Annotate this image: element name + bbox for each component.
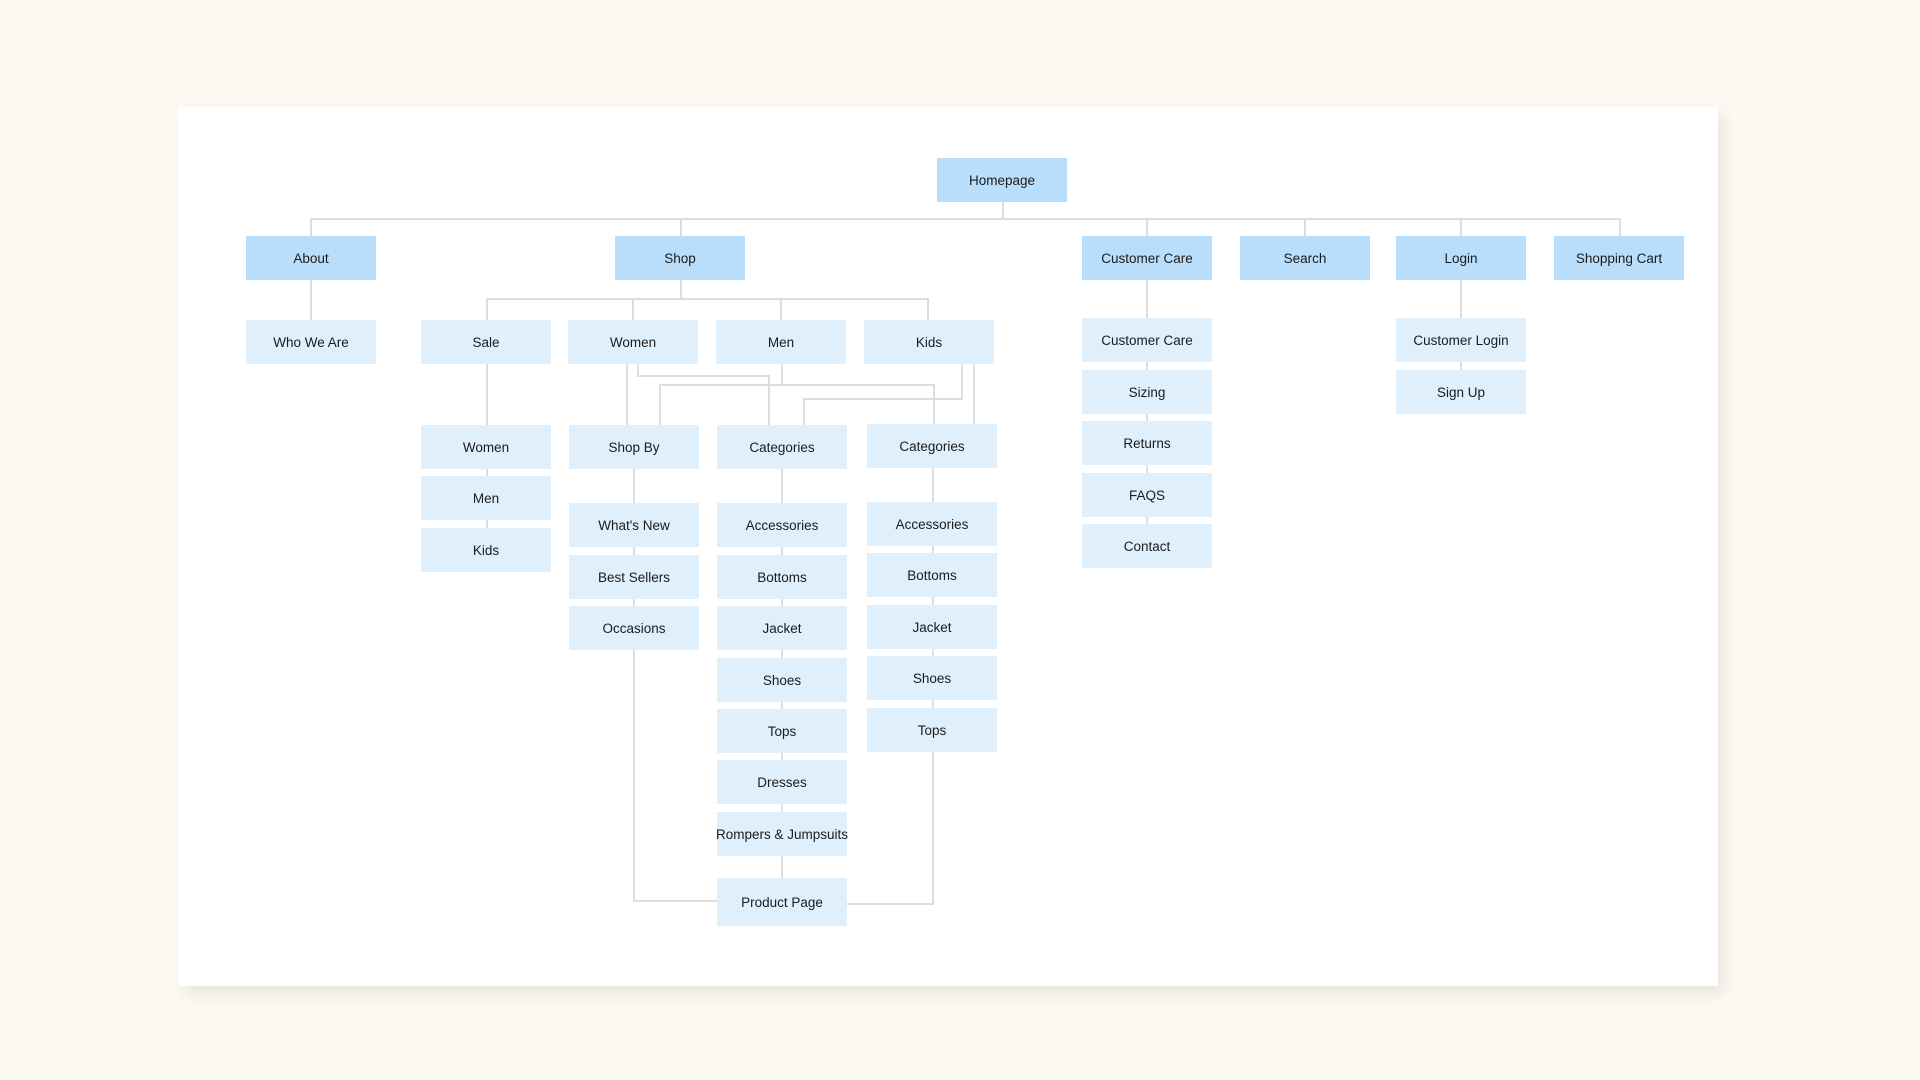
node-search[interactable]: Search: [1240, 236, 1370, 280]
connector: [933, 385, 935, 424]
node-sale-women[interactable]: Women: [421, 425, 551, 469]
node-men[interactable]: Men: [716, 320, 846, 364]
node-product-page[interactable]: Product Page: [717, 878, 847, 926]
connector: [659, 384, 935, 386]
node-contact[interactable]: Contact: [1082, 524, 1212, 568]
node-sign-up[interactable]: Sign Up: [1396, 370, 1526, 414]
node-faqs[interactable]: FAQS: [1082, 473, 1212, 517]
node-customer-login[interactable]: Customer Login: [1396, 318, 1526, 362]
node-whats-new[interactable]: What's New: [569, 503, 699, 547]
connector: [637, 375, 770, 377]
node-sale-kids[interactable]: Kids: [421, 528, 551, 572]
connector: [633, 900, 718, 902]
connector: [781, 364, 783, 385]
node-categories-main[interactable]: Categories: [717, 425, 847, 469]
connector: [961, 364, 963, 399]
node-kids[interactable]: Kids: [864, 320, 994, 364]
node-sale[interactable]: Sale: [421, 320, 551, 364]
connector: [1304, 219, 1306, 236]
node-who-we-are[interactable]: Who We Are: [246, 320, 376, 364]
node-cat-jacket[interactable]: Jacket: [717, 606, 847, 650]
connector: [1002, 201, 1004, 219]
node-kids-tops[interactable]: Tops: [867, 708, 997, 752]
node-kids-bottoms[interactable]: Bottoms: [867, 553, 997, 597]
connector: [780, 299, 782, 320]
node-shop-by[interactable]: Shop By: [569, 425, 699, 469]
connector: [310, 219, 312, 236]
node-homepage[interactable]: Homepage: [937, 158, 1067, 202]
node-cat-rompers[interactable]: Rompers & Jumpsuits: [716, 812, 848, 856]
node-cat-dresses[interactable]: Dresses: [717, 760, 847, 804]
connector: [486, 298, 929, 300]
node-cat-accessories[interactable]: Accessories: [717, 503, 847, 547]
node-about[interactable]: About: [246, 236, 376, 280]
node-best-sellers[interactable]: Best Sellers: [569, 555, 699, 599]
connector: [1460, 219, 1462, 236]
connector: [310, 280, 312, 320]
connector: [803, 399, 805, 425]
node-shop[interactable]: Shop: [615, 236, 745, 280]
node-returns[interactable]: Returns: [1082, 421, 1212, 465]
node-shopping-cart[interactable]: Shopping Cart: [1554, 236, 1684, 280]
connector: [626, 364, 628, 425]
node-login[interactable]: Login: [1396, 236, 1526, 280]
connector: [973, 364, 975, 424]
node-cat-tops[interactable]: Tops: [717, 709, 847, 753]
connector: [1619, 219, 1621, 236]
node-cat-shoes[interactable]: Shoes: [717, 658, 847, 702]
connector: [803, 398, 963, 400]
node-sizing[interactable]: Sizing: [1082, 370, 1212, 414]
connector: [680, 280, 682, 299]
connector: [846, 903, 934, 905]
connector: [680, 219, 682, 236]
connector: [486, 299, 488, 320]
connector: [659, 385, 661, 425]
node-kids-jacket[interactable]: Jacket: [867, 605, 997, 649]
node-women[interactable]: Women: [568, 320, 698, 364]
connector: [1146, 219, 1148, 236]
connector: [310, 218, 1621, 220]
node-customer-care[interactable]: Customer Care: [1082, 236, 1212, 280]
node-cat-bottoms[interactable]: Bottoms: [717, 555, 847, 599]
node-kids-shoes[interactable]: Shoes: [867, 656, 997, 700]
node-sale-men[interactable]: Men: [421, 476, 551, 520]
connector: [927, 299, 929, 320]
node-cc-customer-care[interactable]: Customer Care: [1082, 318, 1212, 362]
node-kids-accessories[interactable]: Accessories: [867, 502, 997, 546]
node-occasions[interactable]: Occasions: [569, 606, 699, 650]
node-categories-kids[interactable]: Categories: [867, 424, 997, 468]
connector: [632, 299, 634, 320]
